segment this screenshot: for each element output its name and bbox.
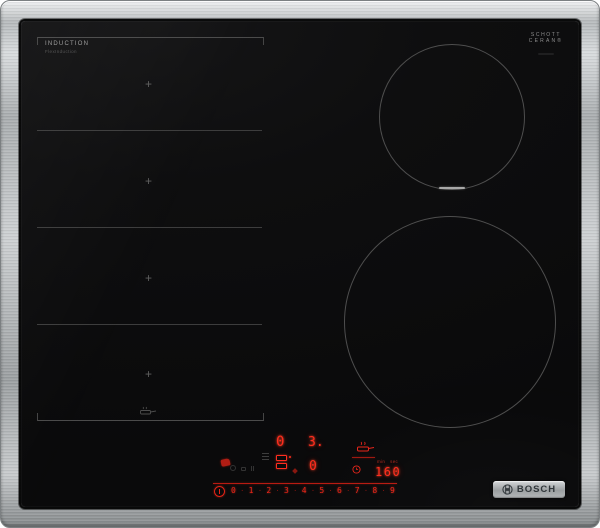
direct-select-levels: 0 · 1 · 2 · 3 · 4 · 5 · 6 · 7 · 8 · 9 — [231, 487, 395, 495]
flex-bridge-icon — [276, 455, 287, 469]
level-key-3[interactable]: 3 — [284, 487, 289, 495]
move-indicator-icon — [292, 468, 298, 474]
timer-label-min: min — [377, 460, 385, 465]
clock-icon[interactable] — [352, 465, 361, 474]
level-dot: · — [382, 488, 386, 495]
frying-sensor-icon[interactable] — [355, 441, 375, 454]
level-key-9[interactable]: 9 — [390, 487, 395, 495]
logo-microtext — [538, 53, 554, 55]
induction-cooktop: INDUCTION FlexInduction SCHOTT CERAN® + … — [0, 0, 600, 528]
slider-hairline — [213, 483, 397, 484]
ceran-line: CERAN® — [526, 38, 566, 44]
zone-alignment-mark — [439, 187, 465, 189]
level-dot: · — [293, 488, 297, 495]
printed-function-icons — [230, 465, 254, 471]
flex-zone-cross-1: + — [145, 78, 152, 90]
cooking-zone-top-right — [379, 44, 525, 190]
flex-zone-separator-3 — [37, 324, 262, 325]
induction-sublabel: FlexInduction — [45, 49, 89, 54]
right-zone-level-display-bottom: 0 — [309, 460, 317, 473]
level-dot: · — [240, 488, 244, 495]
ceramic-glass-surface: INDUCTION FlexInduction SCHOTT CERAN® + … — [21, 21, 579, 507]
level-dot: · — [329, 488, 333, 495]
cooking-zone-bottom-right — [344, 216, 556, 428]
flex-zone-top-bracket — [37, 37, 264, 45]
timer-label-sec: sec — [390, 460, 398, 465]
lock-icon[interactable] — [241, 467, 246, 471]
flex-zone-cross-3: + — [145, 272, 152, 284]
level-key-0[interactable]: 0 — [231, 487, 236, 495]
bosch-wordmark: BOSCH — [517, 484, 556, 495]
power-icon[interactable] — [214, 486, 225, 497]
timer-display: 160 — [375, 466, 401, 478]
pause-icon[interactable] — [251, 466, 254, 471]
level-key-7[interactable]: 7 — [355, 487, 360, 495]
level-key-6[interactable]: 6 — [337, 487, 342, 495]
flex-lines-icon[interactable] — [262, 453, 269, 460]
bosch-badge: BOSCH — [493, 481, 565, 498]
level-key-1[interactable]: 1 — [249, 487, 254, 495]
timer-unit-labels: min sec — [377, 460, 398, 465]
level-dot: · — [258, 488, 262, 495]
schott-ceran-logo: SCHOTT CERAN® — [526, 32, 566, 55]
flex-zone-cross-4: + — [145, 368, 152, 380]
bosch-symbol-icon — [502, 484, 513, 495]
level-dot: · — [346, 488, 350, 495]
right-zone-level-display-top: 3. — [308, 436, 324, 449]
frying-sensor-underline — [352, 457, 375, 458]
level-key-5[interactable]: 5 — [319, 487, 324, 495]
level-key-8[interactable]: 8 — [372, 487, 377, 495]
level-dot: · — [364, 488, 368, 495]
level-key-4[interactable]: 4 — [302, 487, 307, 495]
pan-position-icon — [139, 405, 157, 416]
timer-icon[interactable] — [230, 465, 236, 471]
level-dot: · — [311, 488, 315, 495]
flex-zone-separator-1 — [37, 130, 262, 131]
level-dot: · — [275, 488, 279, 495]
level-key-2[interactable]: 2 — [266, 487, 271, 495]
flex-zone-cross-2: + — [145, 175, 152, 187]
flex-zone-separator-2 — [37, 227, 262, 228]
left-zone-level-display: 0 — [276, 435, 284, 449]
